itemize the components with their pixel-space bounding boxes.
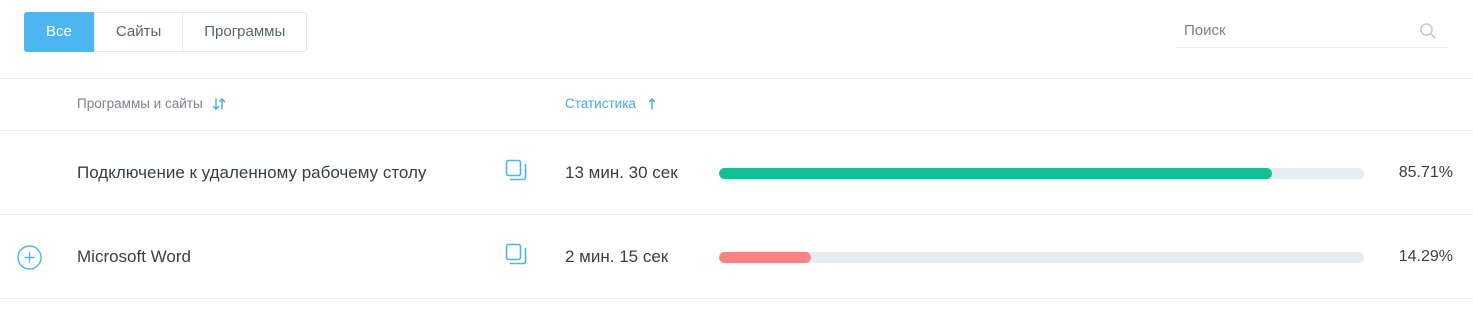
tab-programs[interactable]: Программы [182,13,306,51]
search-icon[interactable] [1419,22,1437,40]
column-header-programs-label: Программы и сайты [77,96,203,111]
usage-progress-fill [719,252,812,263]
table-row[interactable]: Microsoft Word 2 мин. 15 сек 14.29% [0,215,1473,299]
usage-progress-fill [719,168,1272,179]
column-header-programs[interactable]: Программы и сайты [77,95,227,113]
usage-duration: 2 мин. 15 сек [565,247,669,266]
divider [0,78,1473,79]
column-header-stats-label: Статистика [565,96,636,111]
app-name: Подключение к удаленному рабочему столу [77,163,427,182]
filter-tabs: Все Сайты Программы [24,12,308,52]
usage-progress-bar [719,252,1364,263]
copy-icon[interactable] [505,243,527,265]
search-input[interactable] [1177,14,1414,46]
usage-percent: 14.29% [1398,248,1453,265]
expand-plus-icon[interactable] [17,245,42,270]
sort-both-icon[interactable] [211,96,227,112]
search-box [1177,14,1447,48]
tab-sites[interactable]: Сайты [93,13,182,51]
tab-all[interactable]: Все [24,12,94,52]
usage-percent: 85.71% [1398,164,1453,181]
sort-up-icon[interactable] [644,96,660,112]
table-row[interactable]: Подключение к удаленному рабочему столу … [0,131,1473,215]
usage-duration: 13 мин. 30 сек [565,163,678,182]
usage-progress-bar [719,168,1364,179]
column-header-stats[interactable]: Статистика [565,95,660,113]
copy-icon[interactable] [505,159,527,181]
app-name: Microsoft Word [77,247,191,266]
